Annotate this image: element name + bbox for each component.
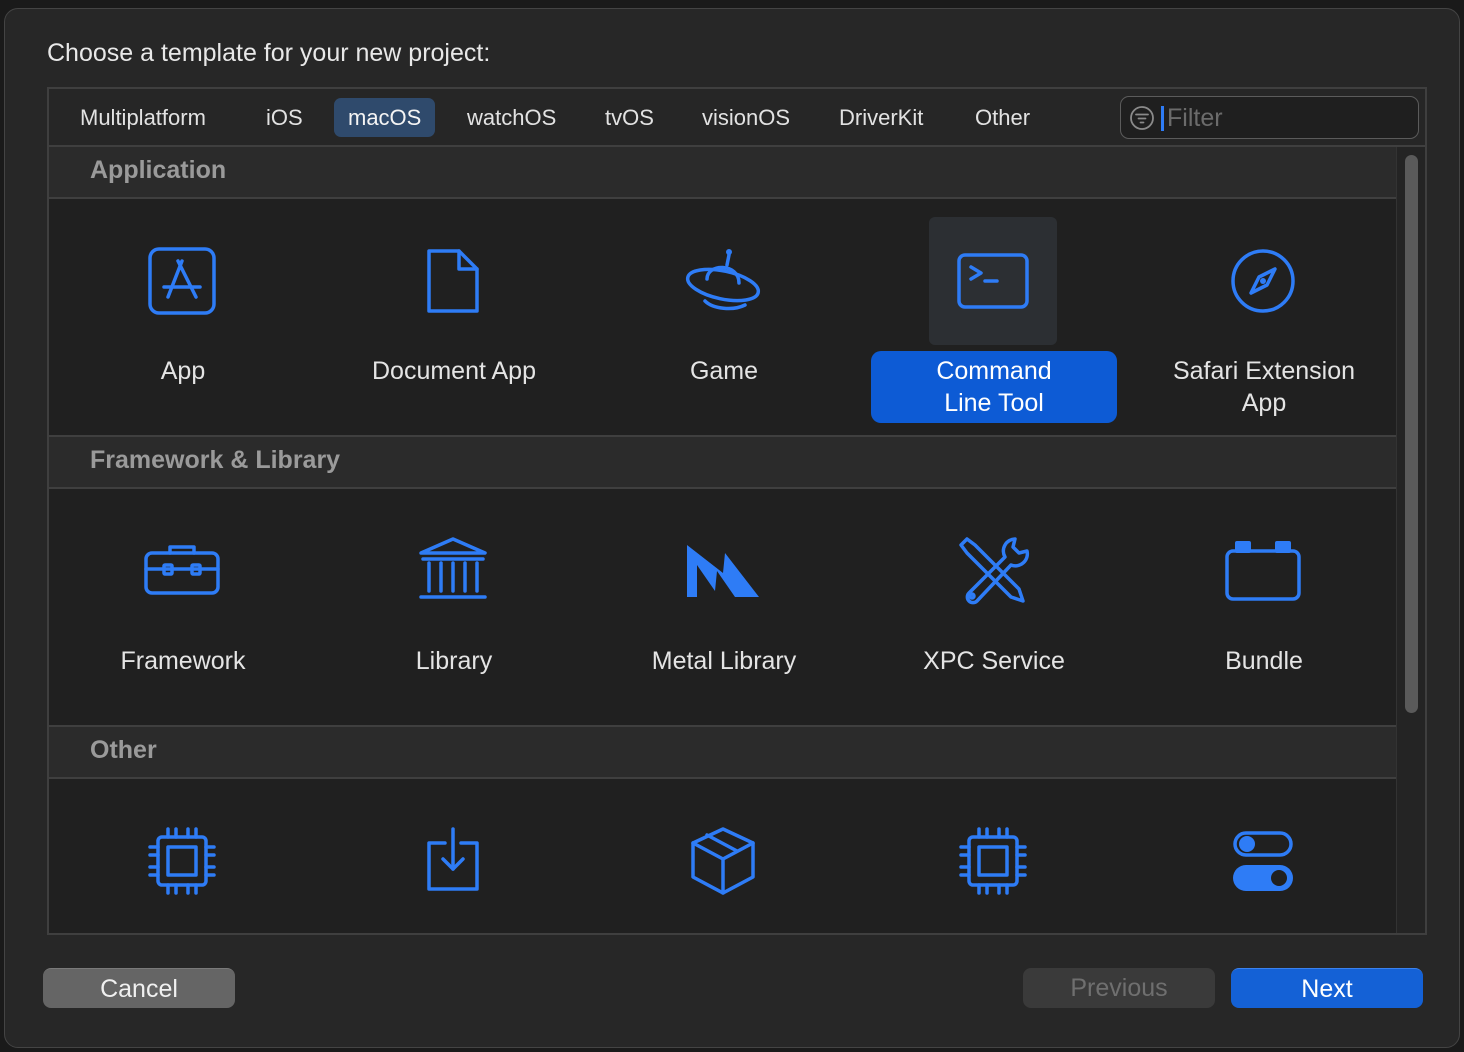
template-label: Library — [415, 647, 493, 675]
section-title: Framework & Library — [90, 446, 341, 474]
template-label — [869, 931, 1119, 933]
template-other-1[interactable] — [58, 789, 308, 933]
icon-container — [389, 797, 517, 925]
toggles-icon — [1233, 831, 1293, 891]
icon-container — [659, 217, 787, 345]
cancel-button[interactable]: Cancel — [43, 968, 235, 1008]
template-label: Command Line Tool — [871, 351, 1117, 423]
icon-container — [118, 217, 246, 345]
app-store-icon — [148, 247, 216, 315]
template-label: Document App — [372, 357, 536, 385]
template-game[interactable]: Game — [599, 209, 849, 445]
template-label: Bundle — [1225, 647, 1303, 675]
template-label: Framework — [120, 647, 246, 675]
template-xpc-service[interactable]: XPC Service — [869, 499, 1119, 735]
section-header-application: Application — [49, 147, 1396, 199]
next-button[interactable]: Next — [1231, 968, 1423, 1008]
icon-container — [929, 797, 1057, 925]
terminal-icon — [957, 253, 1029, 309]
tab-visionos[interactable]: visionOS — [688, 98, 804, 137]
download-tray-icon — [427, 827, 479, 891]
template-other-4[interactable] — [869, 789, 1119, 933]
tab-ios[interactable]: iOS — [252, 98, 317, 137]
template-other-2[interactable] — [329, 789, 579, 933]
template-other-3[interactable] — [599, 789, 849, 933]
document-icon — [427, 249, 479, 313]
template-label: App — [160, 357, 206, 385]
wrench-screwdriver-icon — [959, 537, 1030, 605]
tab-tvos[interactable]: tvOS — [591, 98, 668, 137]
compass-icon — [1231, 249, 1295, 313]
text-cursor — [1161, 106, 1164, 131]
template-grid: Application App Document App Game Comman… — [49, 147, 1396, 933]
bundle-icon — [1225, 541, 1301, 601]
icon-container — [929, 217, 1057, 345]
template-label — [599, 931, 849, 933]
new-project-dialog: Choose a template for your new project: … — [4, 8, 1460, 1048]
icon-container — [1199, 797, 1327, 925]
building-columns-icon — [419, 537, 487, 599]
template-label: Safari Extension App — [1172, 357, 1356, 417]
tab-watchos[interactable]: watchOS — [453, 98, 570, 137]
filter-icon — [1130, 106, 1154, 130]
template-library[interactable]: Library — [329, 499, 579, 735]
cube-icon — [691, 827, 755, 895]
toolbox-icon — [144, 545, 220, 595]
template-label: XPC Service — [923, 647, 1065, 675]
section-header-framework-library: Framework & Library — [49, 437, 1396, 489]
template-label — [1139, 931, 1389, 933]
icon-container — [389, 507, 517, 635]
template-label — [329, 931, 579, 933]
tab-other[interactable]: Other — [961, 98, 1044, 137]
dialog-prompt: Choose a template for your new project: — [47, 39, 491, 67]
template-chooser: Multiplatform iOS macOS watchOS tvOS vis… — [47, 87, 1427, 935]
template-label — [58, 931, 308, 933]
icon-container — [118, 797, 246, 925]
tab-macos[interactable]: macOS — [334, 98, 436, 137]
template-bundle[interactable]: Bundle — [1139, 499, 1389, 735]
icon-container — [659, 507, 787, 635]
chip-icon — [148, 827, 216, 895]
chip-icon — [959, 827, 1027, 895]
previous-button[interactable]: Previous — [1023, 968, 1215, 1008]
template-label: Game — [689, 357, 759, 385]
template-app[interactable]: App — [58, 209, 308, 445]
template-metal-library[interactable]: Metal Library — [599, 499, 849, 735]
tab-multiplatform[interactable]: Multiplatform — [66, 98, 220, 137]
tab-driverkit[interactable]: DriverKit — [825, 98, 937, 137]
icon-container — [118, 507, 246, 635]
filter-field[interactable] — [1120, 96, 1419, 139]
icon-container — [389, 217, 517, 345]
vertical-scrollbar[interactable] — [1396, 147, 1425, 933]
platform-tab-bar: Multiplatform iOS macOS watchOS tvOS vis… — [49, 89, 1425, 147]
template-safari-extension-app[interactable]: Safari Extension App — [1139, 209, 1389, 445]
icon-container — [659, 797, 787, 925]
template-command-line-tool[interactable]: Command Line Tool — [869, 209, 1119, 445]
ufo-icon — [685, 249, 761, 311]
section-header-other: Other — [49, 727, 1396, 779]
section-title: Other — [90, 736, 157, 764]
template-other-5[interactable] — [1139, 789, 1389, 933]
icon-container — [929, 507, 1057, 635]
icon-container — [1199, 507, 1327, 635]
template-framework[interactable]: Framework — [58, 499, 308, 735]
filter-input[interactable] — [1165, 101, 1409, 135]
metal-icon — [687, 545, 759, 597]
scrollbar-thumb[interactable] — [1405, 155, 1418, 713]
template-label: Metal Library — [651, 647, 797, 675]
section-title: Application — [90, 156, 227, 184]
icon-container — [1199, 217, 1327, 345]
template-document-app[interactable]: Document App — [329, 209, 579, 445]
